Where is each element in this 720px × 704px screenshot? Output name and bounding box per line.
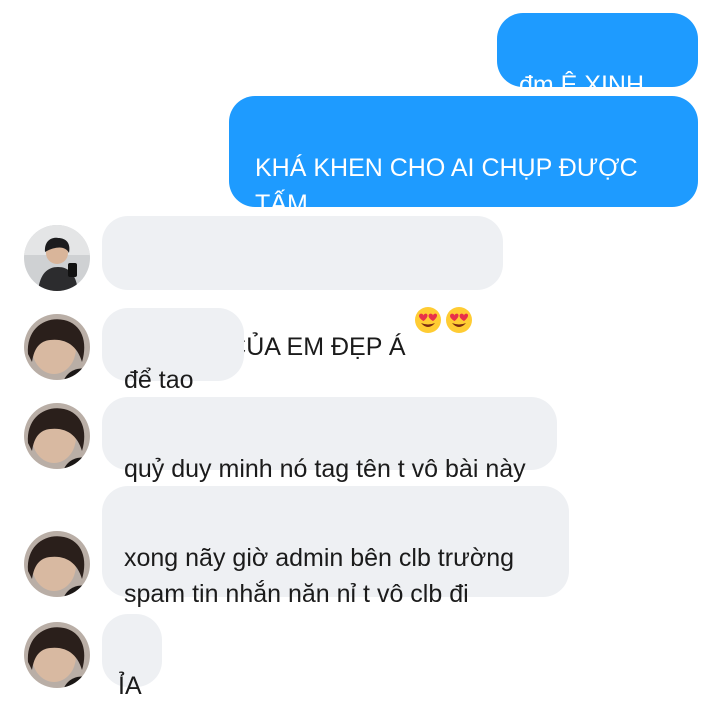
incoming-message[interactable]: xong nãy giờ admin bên clb trường spam t… xyxy=(102,486,569,608)
outgoing-message[interactable]: KHÁ KHEN CHO AI CHỤP ĐƯỢC TẤM NÀY xyxy=(229,96,698,254)
message-text: ỈA xyxy=(118,672,142,700)
avatar[interactable] xyxy=(24,225,90,291)
message-text: xong nãy giờ admin bên clb trường spam t… xyxy=(124,544,515,608)
avatar[interactable] xyxy=(24,622,90,688)
message-text: quỷ duy minh nó tag tên t vô bài này xyxy=(124,455,526,483)
incoming-message[interactable]: ỈA xyxy=(102,614,162,700)
avatar[interactable] xyxy=(24,403,90,469)
incoming-message[interactable]: để tao kể xyxy=(102,308,244,430)
incoming-message[interactable]: quỷ duy minh nó tag tên t vô bài này xyxy=(102,397,557,483)
avatar[interactable] xyxy=(24,314,90,380)
avatar[interactable] xyxy=(24,531,90,597)
heart-eyes-emoji-icon xyxy=(445,270,473,333)
outgoing-message[interactable]: đm Ê XINH VÃI xyxy=(497,13,698,135)
incoming-message[interactable]: TẠI ANH CỦA EM ĐẸP Á xyxy=(102,216,503,428)
heart-eyes-emoji-icon xyxy=(414,270,442,333)
